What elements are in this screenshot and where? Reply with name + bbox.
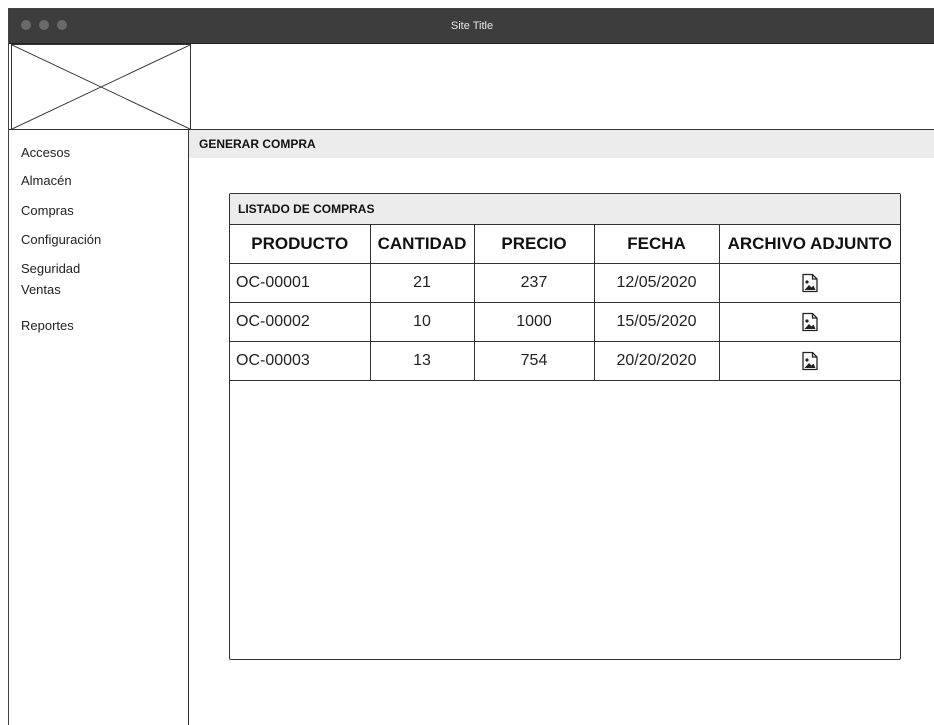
sidebar-item-configuracion[interactable]: Configuración <box>21 232 101 247</box>
cell-producto: OC-00001 <box>230 263 371 303</box>
image-file-icon[interactable] <box>800 351 820 371</box>
panel-title: LISTADO DE COMPRAS <box>238 202 375 216</box>
cell-fecha: 15/05/2020 <box>594 302 720 342</box>
table-row[interactable]: OC-00002 10 1000 15/05/2020 <box>230 302 900 342</box>
page-title: GENERAR COMPRA <box>199 137 316 151</box>
table-row[interactable]: OC-00001 21 237 12/05/2020 <box>230 263 900 303</box>
cell-precio: 1000 <box>474 302 595 342</box>
sidebar-item-reportes[interactable]: Reportes <box>21 318 74 333</box>
image-file-icon[interactable] <box>800 312 820 332</box>
cell-archivo-adjunto <box>719 302 900 342</box>
logo-placeholder <box>11 44 191 130</box>
sidebar-item-almacen[interactable]: Almacén <box>21 173 72 188</box>
column-header-fecha[interactable]: FECHA <box>594 225 720 264</box>
sidebar-item-seguridad[interactable]: Seguridad <box>21 261 80 276</box>
cell-producto: OC-00003 <box>230 341 371 381</box>
column-header-producto[interactable]: PRODUCTO <box>230 225 371 264</box>
cell-precio: 754 <box>474 341 595 381</box>
cell-producto: OC-00002 <box>230 302 371 342</box>
sidebar-item-ventas[interactable]: Ventas <box>21 282 61 297</box>
sidebar: Accesos Almacén Compras Configuración Se… <box>9 130 189 725</box>
window-title: Site Title <box>450 20 494 32</box>
app-window: Site Title Accesos Almacén Compras Confi… <box>8 8 934 725</box>
purchases-table: PRODUCTO CANTIDAD PRECIO FECHA ARCHIVO A… <box>230 225 900 381</box>
page-header: GENERAR COMPRA <box>189 130 934 158</box>
cell-cantidad: 10 <box>370 302 475 342</box>
cell-fecha: 20/20/2020 <box>594 341 720 381</box>
sidebar-item-accesos[interactable]: Accesos <box>21 145 70 160</box>
column-header-cantidad[interactable]: CANTIDAD <box>370 225 475 264</box>
cell-precio: 237 <box>474 263 595 303</box>
cell-archivo-adjunto <box>719 263 900 303</box>
table-header-row: PRODUCTO CANTIDAD PRECIO FECHA ARCHIVO A… <box>230 225 900 264</box>
image-placeholder-icon <box>12 45 190 129</box>
cell-archivo-adjunto <box>719 341 900 381</box>
window-titlebar: Site Title <box>9 9 934 44</box>
cell-cantidad: 21 <box>370 263 475 303</box>
column-header-archivo-adjunto[interactable]: ARCHIVO ADJUNTO <box>719 225 900 264</box>
column-header-precio[interactable]: PRECIO <box>474 225 595 264</box>
cell-cantidad: 13 <box>370 341 475 381</box>
image-file-icon[interactable] <box>800 273 820 293</box>
purchases-panel: LISTADO DE COMPRAS PRODUCTO CANTIDAD PRE… <box>229 193 901 660</box>
table-row[interactable]: OC-00003 13 754 20/20/2020 <box>230 341 900 381</box>
panel-header: LISTADO DE COMPRAS <box>230 194 900 225</box>
sidebar-item-compras[interactable]: Compras <box>21 203 74 218</box>
cell-fecha: 12/05/2020 <box>594 263 720 303</box>
